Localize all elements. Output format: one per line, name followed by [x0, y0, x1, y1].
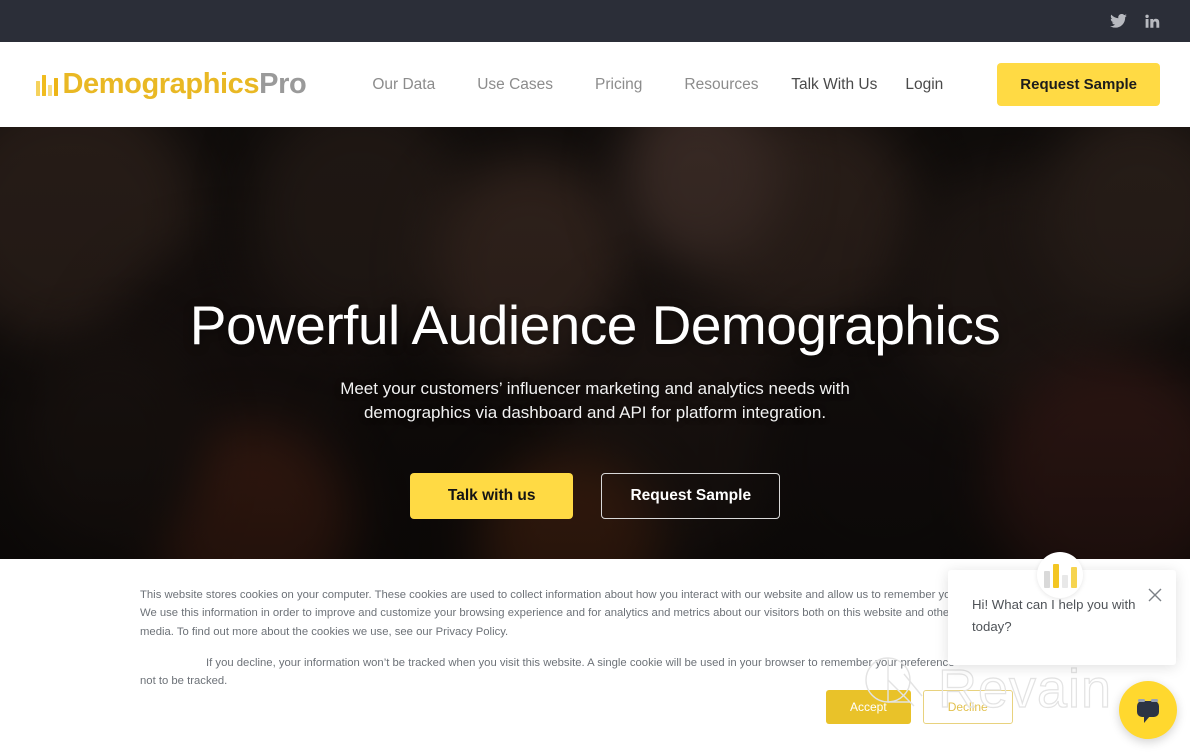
nav-item-resources[interactable]: Resources [684, 76, 758, 94]
logo-text: DemographicsPro [63, 70, 307, 99]
chat-launcher-button[interactable] [1119, 681, 1177, 739]
chat-avatar [1037, 552, 1083, 598]
bar-chart-icon [36, 74, 58, 96]
site-header: DemographicsPro Our Data Use Cases Prici… [0, 42, 1190, 127]
cookie-paragraph-1: This website stores cookies on your comp… [140, 589, 960, 638]
hero-subtitle: Meet your customers’ influencer marketin… [340, 377, 850, 425]
talk-with-us-button[interactable]: Talk with us [409, 473, 574, 520]
hero-request-sample-button[interactable]: Request Sample [601, 473, 781, 520]
cookie-paragraph-2: If you decline, your information won’t b… [140, 656, 955, 688]
hero-cta-group: Talk with us Request Sample [409, 473, 781, 520]
logo-text-primary: Demographics [62, 68, 260, 100]
cookie-actions: Accept Decline [826, 690, 1013, 724]
hero-content: Powerful Audience Demographics Meet your… [0, 127, 1190, 559]
cookie-accept-button[interactable]: Accept [826, 690, 911, 724]
main-nav: Our Data Use Cases Pricing Resources [372, 76, 758, 94]
chat-bubble-icon [1137, 699, 1159, 723]
chat-popup-message: Hi! What can I help you with today? [972, 597, 1136, 634]
page-root: DemographicsPro Our Data Use Cases Prici… [0, 0, 1190, 753]
utility-nav: Talk With Us Login Request Sample [791, 63, 1160, 106]
request-sample-button[interactable]: Request Sample [997, 63, 1160, 106]
nav-item-login[interactable]: Login [905, 76, 943, 94]
close-icon[interactable] [1146, 586, 1164, 604]
cookie-banner-text: This website stores cookies on your comp… [140, 586, 968, 690]
nav-item-use-cases[interactable]: Use Cases [477, 76, 553, 94]
logo-text-secondary: Pro [259, 68, 307, 100]
nav-item-talk-with-us[interactable]: Talk With Us [791, 76, 877, 94]
nav-item-our-data[interactable]: Our Data [372, 76, 435, 94]
hero-title: Powerful Audience Demographics [189, 294, 1001, 356]
hero-subtitle-line-1: Meet your customers’ influencer marketin… [340, 379, 850, 398]
top-social-bar [0, 0, 1190, 42]
linkedin-icon[interactable] [1142, 11, 1162, 31]
social-links [1108, 11, 1162, 31]
nav-item-pricing[interactable]: Pricing [595, 76, 642, 94]
hero-section: Powerful Audience Demographics Meet your… [0, 127, 1190, 559]
twitter-icon[interactable] [1108, 11, 1128, 31]
hero-subtitle-line-2: demographics via dashboard and API for p… [363, 403, 827, 423]
site-logo[interactable]: DemographicsPro [36, 70, 307, 99]
cookie-decline-button[interactable]: Decline [922, 690, 1013, 724]
